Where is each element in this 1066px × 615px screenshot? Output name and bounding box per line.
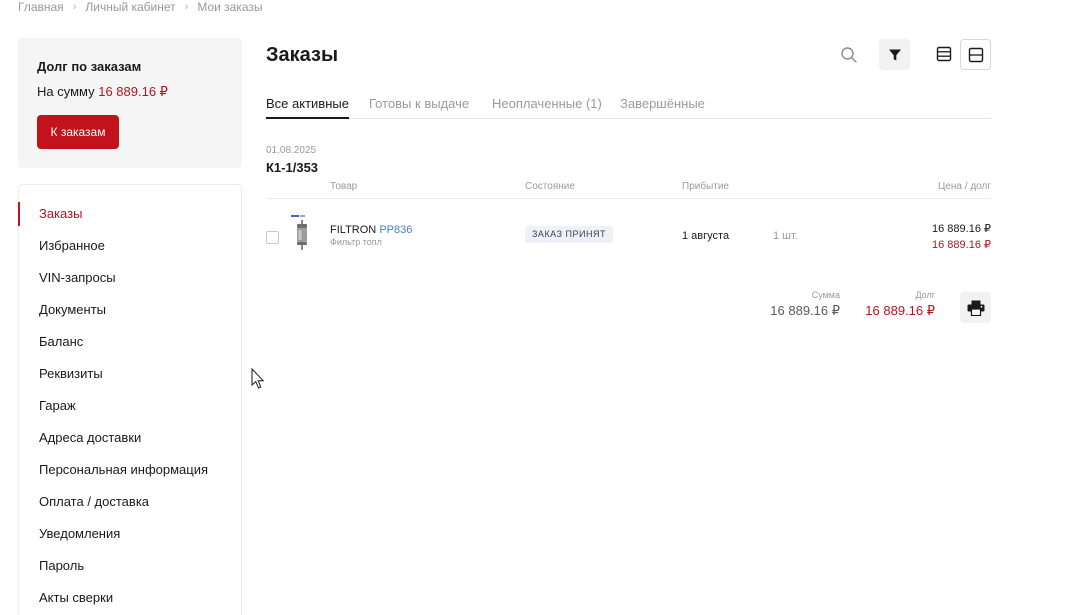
order-number[interactable]: К1-1/353 [266,160,318,175]
debt-amount-row: На сумму 16 889.16 ₽ [37,84,168,100]
item-price: 16 889.16 ₽ [932,223,991,235]
item-quantity: 1 шт. [773,230,798,242]
total-sum-label: Сумма [811,290,840,300]
sidebar-item-notifications[interactable]: Уведомления [39,524,120,544]
total-debt-label: Долг [915,290,935,300]
breadcrumb-current: Мои заказы [197,0,263,14]
card-view-icon[interactable] [960,39,991,70]
column-header-status: Состояние [525,181,575,192]
row-checkbox[interactable] [266,231,279,244]
column-header-product: Товар [330,181,358,192]
product-thumbnail[interactable] [289,214,315,252]
debt-amount-value: 16 889.16 ₽ [98,84,168,99]
status-badge: ЗАКАЗ ПРИНЯТ [525,226,613,243]
sidebar-item-payment-delivery[interactable]: Оплата / доставка [39,492,149,512]
column-header-price: Цена / долг [937,181,991,192]
arrival-date: 1 августа [682,230,730,242]
sidebar-item-favorites[interactable]: Избранное [39,236,105,256]
sidebar-item-reconciliation-acts[interactable]: Акты сверки [39,588,113,608]
sidebar-item-garage[interactable]: Гараж [39,396,76,416]
sidebar-item-balance[interactable]: Баланс [39,332,83,352]
sidebar-item-personal-info[interactable]: Персональная информация [39,460,208,480]
tab-ready-for-pickup[interactable]: Готовы к выдаче [369,96,469,119]
product-name: Фильтр топл [330,237,382,247]
filter-icon[interactable] [879,39,910,70]
breadcrumb-separator: › [184,1,189,13]
total-debt-value: 16 889.16 ₽ [865,303,935,318]
total-sum-value: 16 889.16 ₽ [770,303,840,318]
to-orders-button[interactable]: К заказам [37,115,119,149]
debt-title: Долг по заказам [37,59,142,74]
search-icon[interactable] [836,42,862,68]
product-brand: FILTRON PP836 [330,224,412,236]
print-button[interactable] [960,292,991,323]
breadcrumb-separator: › [72,1,77,13]
breadcrumb-home[interactable]: Главная [18,0,64,14]
tab-completed[interactable]: Завершённые [620,96,705,119]
debt-amount-prefix: На сумму [37,84,95,99]
sidebar-item-orders[interactable]: Заказы [39,204,82,224]
sidebar-item-documents[interactable]: Документы [39,300,106,320]
page-title: Заказы [266,44,339,66]
active-item-indicator [18,202,20,226]
mouse-pointer-icon [251,367,265,390]
table-header-divider [266,198,991,199]
sidebar-item-requisites[interactable]: Реквизиты [39,364,103,384]
sidebar-item-vin-requests[interactable]: VIN-запросы [39,268,116,288]
tab-unpaid[interactable]: Неоплаченные (1) [492,96,602,119]
product-code-link[interactable]: PP836 [379,224,412,236]
tab-all-active[interactable]: Все активные [266,96,349,119]
breadcrumb-account[interactable]: Личный кабинет [85,0,175,14]
order-tabs: Все активные Готовы к выдаче Неоплаченны… [266,92,991,119]
sidebar-item-delivery-addresses[interactable]: Адреса доставки [39,428,141,448]
product-brand-name: FILTRON [330,224,377,236]
debt-summary-card: Долг по заказам На сумму 16 889.16 ₽ К з… [18,38,242,168]
account-sidebar-menu: Заказы Избранное VIN-запросы Документы Б… [18,184,242,615]
sidebar-item-password[interactable]: Пароль [39,556,84,576]
list-view-icon[interactable] [930,40,958,68]
order-date: 01.08.2025 [266,145,317,156]
printer-icon [967,300,984,316]
column-header-arrival: Прибытие [682,181,729,192]
breadcrumb: Главная › Личный кабинет › Мои заказы [18,0,263,14]
item-debt: 16 889.16 ₽ [932,239,991,251]
